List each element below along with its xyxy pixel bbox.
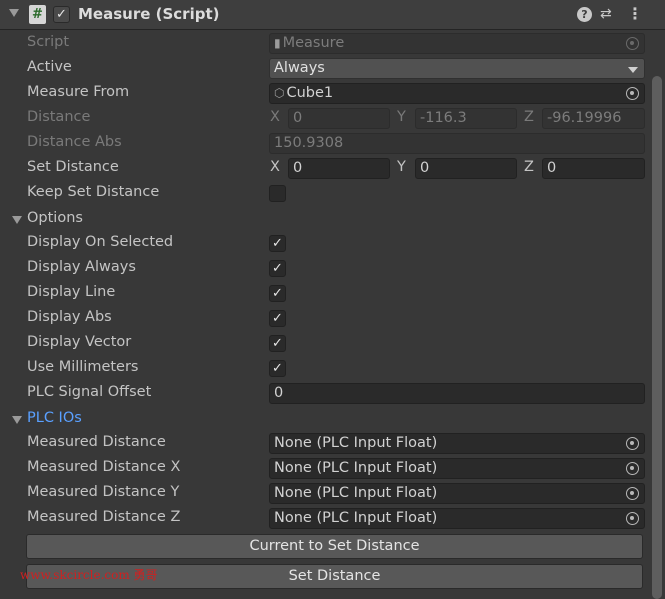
component-header: # ✓ Measure (Script) ? ⇄ ⋮ [0, 0, 665, 30]
foldout-arrow-icon[interactable] [12, 416, 22, 424]
script-value: Measure [282, 35, 345, 51]
set-distance-label: Set Distance [27, 159, 119, 175]
distance-x-field: 0 [288, 108, 390, 129]
use-millimeters-row: Use Millimeters ✓ [0, 356, 650, 381]
measure-from-label: Measure From [27, 84, 130, 100]
plc-ios-label[interactable]: PLC IOs [27, 410, 82, 426]
object-picker-icon[interactable] [626, 487, 639, 500]
keep-set-distance-checkbox[interactable] [269, 185, 286, 202]
scrollbar-thumb[interactable] [652, 76, 662, 599]
measure-from-value: Cube1 [286, 85, 334, 101]
measured-distance-field[interactable]: None (PLC Input Float) [269, 433, 645, 454]
display-vector-label: Display Vector [27, 334, 132, 350]
set-distance-z-field[interactable]: 0 [542, 158, 645, 179]
plc-signal-offset-row: PLC Signal Offset 0 [0, 381, 650, 406]
display-vector-row: Display Vector ✓ [0, 331, 650, 356]
measured-distance-value: None (PLC Input Float) [274, 435, 438, 451]
measured-distance-x-label: Measured Distance X [27, 459, 181, 475]
measured-distance-z-field[interactable]: None (PLC Input Float) [269, 508, 645, 529]
component-enabled-checkbox[interactable]: ✓ [53, 6, 70, 23]
object-picker-icon[interactable] [626, 462, 639, 475]
distance-abs-label: Distance Abs [27, 134, 122, 150]
distance-z-axis: Z [524, 109, 534, 125]
measure-from-row: Measure From ⬡ Cube1 [0, 81, 650, 106]
script-row: Script ▮ Measure [0, 31, 650, 56]
object-picker-icon[interactable] [626, 87, 639, 100]
measured-distance-y-field[interactable]: None (PLC Input Float) [269, 483, 645, 504]
display-vector-checkbox[interactable]: ✓ [269, 335, 286, 352]
foldout-arrow-icon[interactable] [9, 9, 19, 17]
measured-distance-y-value: None (PLC Input Float) [274, 485, 438, 501]
display-line-row: Display Line ✓ [0, 281, 650, 306]
measure-from-field[interactable]: ⬡ Cube1 [269, 83, 645, 104]
set-distance-x-axis[interactable]: X [270, 159, 280, 175]
object-picker-icon [626, 37, 639, 50]
distance-row: Distance X 0 Y -116.3 Z -96.19996 [0, 106, 650, 131]
measured-distance-z-value: None (PLC Input Float) [274, 510, 438, 526]
set-distance-row: Set Distance X 0 Y 0 Z 0 [0, 156, 650, 181]
watermark-text: www.skcircle.com 勇哥 [20, 568, 158, 582]
options-foldout[interactable]: Options [0, 207, 650, 232]
set-distance-y-field[interactable]: 0 [415, 158, 517, 179]
display-line-checkbox[interactable]: ✓ [269, 285, 286, 302]
distance-abs-field: 150.9308 [269, 133, 645, 154]
distance-x-axis: X [270, 109, 280, 125]
display-always-label: Display Always [27, 259, 136, 275]
display-on-selected-checkbox[interactable]: ✓ [269, 235, 286, 252]
display-abs-row: Display Abs ✓ [0, 306, 650, 331]
options-label[interactable]: Options [27, 210, 83, 226]
display-on-selected-label: Display On Selected [27, 234, 174, 250]
display-abs-label: Display Abs [27, 309, 112, 325]
measured-distance-x-value: None (PLC Input Float) [274, 460, 438, 476]
set-distance-z-axis[interactable]: Z [524, 159, 534, 175]
cube-icon: ⬡ [274, 86, 285, 100]
keep-set-distance-row: Keep Set Distance [0, 181, 650, 206]
measured-distance-y-label: Measured Distance Y [27, 484, 180, 500]
script-label: Script [27, 34, 70, 50]
display-always-row: Display Always ✓ [0, 256, 650, 281]
use-millimeters-label: Use Millimeters [27, 359, 139, 375]
display-on-selected-row: Display On Selected ✓ [0, 231, 650, 256]
distance-abs-row: Distance Abs 150.9308 [0, 131, 650, 156]
display-abs-checkbox[interactable]: ✓ [269, 310, 286, 327]
distance-label: Distance [27, 109, 91, 125]
plc-ios-foldout[interactable]: PLC IOs [0, 407, 650, 432]
script-field: ▮ Measure [269, 33, 645, 54]
display-always-checkbox[interactable]: ✓ [269, 260, 286, 277]
measured-distance-row: Measured Distance None (PLC Input Float) [0, 431, 650, 456]
object-picker-icon[interactable] [626, 512, 639, 525]
use-millimeters-checkbox[interactable]: ✓ [269, 360, 286, 377]
active-label: Active [27, 59, 72, 75]
distance-y-field: -116.3 [415, 108, 517, 129]
presets-icon[interactable]: ⇄ [600, 6, 612, 22]
set-distance-x-field[interactable]: 0 [288, 158, 390, 179]
plc-signal-offset-field[interactable]: 0 [269, 383, 645, 404]
distance-y-axis: Y [397, 109, 406, 125]
script-icon: # [29, 5, 46, 24]
context-menu-icon[interactable]: ⋮ [627, 4, 643, 23]
plc-signal-offset-label: PLC Signal Offset [27, 384, 152, 400]
set-distance-y-axis[interactable]: Y [397, 159, 406, 175]
current-to-set-distance-button[interactable]: Current to Set Distance [26, 534, 643, 559]
distance-z-field: -96.19996 [542, 108, 645, 129]
active-value: Always [274, 60, 325, 76]
measured-distance-label: Measured Distance [27, 434, 166, 450]
foldout-arrow-icon[interactable] [12, 216, 22, 224]
chevron-down-icon [628, 67, 638, 73]
display-line-label: Display Line [27, 284, 116, 300]
script-file-icon: ▮ [274, 36, 281, 50]
object-picker-icon[interactable] [626, 437, 639, 450]
measured-distance-z-label: Measured Distance Z [27, 509, 181, 525]
keep-set-distance-label: Keep Set Distance [27, 184, 160, 200]
measured-distance-y-row: Measured Distance Y None (PLC Input Floa… [0, 481, 650, 506]
measured-distance-z-row: Measured Distance Z None (PLC Input Floa… [0, 506, 650, 531]
component-title: Measure (Script) [78, 5, 220, 23]
active-dropdown[interactable]: Always [269, 58, 645, 79]
measured-distance-x-row: Measured Distance X None (PLC Input Floa… [0, 456, 650, 481]
measured-distance-x-field[interactable]: None (PLC Input Float) [269, 458, 645, 479]
help-icon[interactable]: ? [577, 7, 592, 22]
active-row: Active Always [0, 56, 650, 81]
